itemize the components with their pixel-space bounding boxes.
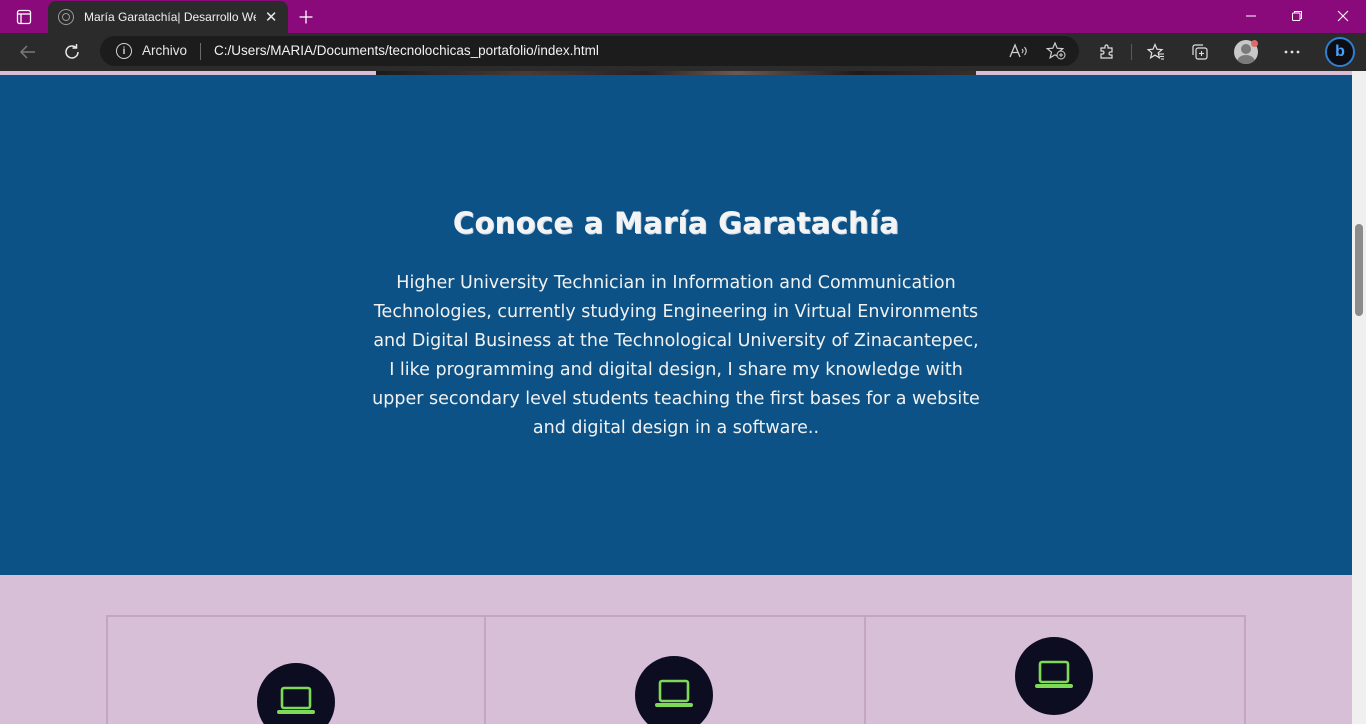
close-icon <box>1337 10 1349 22</box>
about-description: Higher University Technician in Informat… <box>372 273 980 438</box>
tab-title: María Garatachía| Desarrollo Web <box>84 10 257 24</box>
restore-button[interactable] <box>1274 0 1320 32</box>
puzzle-icon <box>1100 44 1113 59</box>
settings-more-button[interactable] <box>1276 37 1308 67</box>
favorites-button[interactable] <box>1140 37 1172 67</box>
browser-toolbar: i Archivo C:/Users/MARIA/Documents/tecno… <box>0 33 1366 71</box>
page-scrollbar[interactable] <box>1352 71 1366 724</box>
window-controls <box>1228 0 1366 32</box>
scrollbar-thumb[interactable] <box>1355 224 1363 316</box>
bing-copilot-icon[interactable]: b <box>1325 37 1355 67</box>
address-separator <box>200 43 201 60</box>
service-card <box>486 615 866 724</box>
services-cards <box>106 615 1246 724</box>
read-aloud-icon <box>1009 43 1027 58</box>
card-icon-circle <box>257 663 335 724</box>
page-favicon-icon <box>58 9 74 25</box>
service-card <box>106 615 486 724</box>
tab-actions-icon <box>16 9 32 25</box>
close-window-button[interactable] <box>1320 0 1366 32</box>
restore-icon <box>1292 11 1302 21</box>
laptop-icon <box>655 679 693 707</box>
plus-icon <box>299 10 313 24</box>
address-scheme-label[interactable]: Archivo <box>142 43 187 58</box>
read-aloud-button[interactable] <box>1008 41 1030 61</box>
browser-titlebar: María Garatachía| Desarrollo Web ✕ <box>0 0 1366 33</box>
minimize-button[interactable] <box>1228 0 1274 32</box>
favorites-icon <box>1147 43 1164 60</box>
page-viewport: Conoce a María Garatachía Higher Univers… <box>0 71 1352 724</box>
address-bar[interactable]: i Archivo C:/Users/MARIA/Documents/tecno… <box>100 36 1079 66</box>
laptop-icon <box>277 686 315 714</box>
star-add-icon <box>1046 42 1066 60</box>
back-arrow-icon <box>19 45 35 59</box>
collections-icon <box>1192 44 1208 60</box>
tab-actions-button[interactable] <box>8 4 40 30</box>
about-section: Conoce a María Garatachía Higher Univers… <box>0 75 1352 575</box>
address-url[interactable]: C:/Users/MARIA/Documents/tecnolochicas_p… <box>214 43 599 58</box>
new-tab-button[interactable] <box>292 4 320 30</box>
back-button[interactable] <box>12 37 44 67</box>
more-dots-icon <box>1284 50 1300 54</box>
tab-active[interactable]: María Garatachía| Desarrollo Web ✕ <box>48 1 288 33</box>
profile-notification-dot <box>1251 40 1258 47</box>
collections-button[interactable] <box>1184 37 1216 67</box>
refresh-icon <box>65 44 79 59</box>
toolbar-divider <box>1131 44 1132 60</box>
tab-close-icon[interactable]: ✕ <box>264 9 278 25</box>
minimize-icon <box>1246 15 1256 17</box>
refresh-button[interactable] <box>56 37 88 67</box>
extensions-button[interactable] <box>1091 37 1123 67</box>
about-title: Conoce a María Garatachía <box>452 206 900 240</box>
card-icon-circle <box>635 656 713 724</box>
laptop-icon <box>1035 660 1073 688</box>
card-icon-circle <box>1015 637 1093 715</box>
site-info-icon[interactable]: i <box>116 43 132 59</box>
service-card <box>866 615 1246 724</box>
add-favorite-button[interactable] <box>1045 41 1067 61</box>
